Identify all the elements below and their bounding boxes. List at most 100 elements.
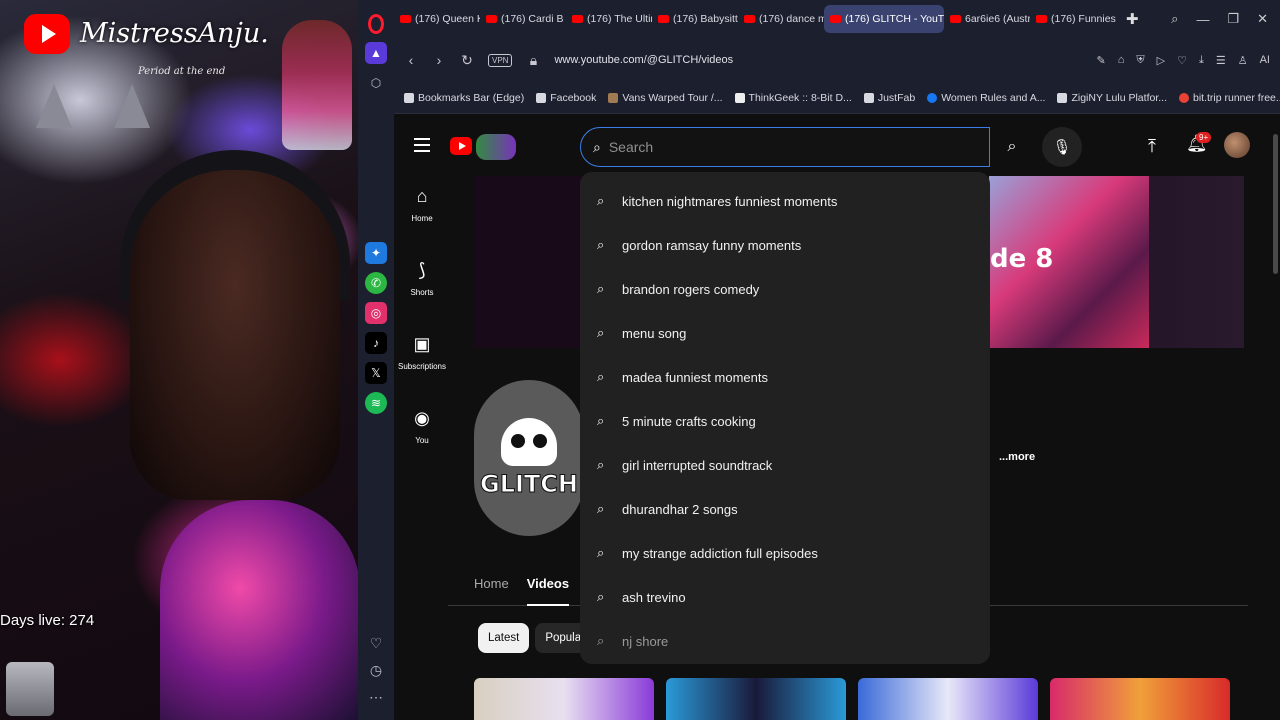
maximize-icon[interactable]: ❐ xyxy=(1227,11,1239,27)
reload-icon[interactable]: ↻ xyxy=(460,52,474,69)
new-tab-icon[interactable]: ✚ xyxy=(1126,10,1139,28)
more-description-link[interactable]: ...more xyxy=(999,451,1035,463)
more-icon[interactable]: ⋯ xyxy=(369,689,383,706)
skull-logo-icon xyxy=(501,418,557,466)
x-twitter-icon[interactable]: 𝕏 xyxy=(365,362,387,384)
search-suggestions-dropdown: ⌕ kitchen nightmares funniest moments ⌕ go… xyxy=(580,172,990,664)
mug-graphic xyxy=(6,662,54,716)
tab-label: (176) Cardi B - xyxy=(501,13,566,25)
bookmark-label: ThinkGeek :: 8-Bit D... xyxy=(748,91,852,104)
guide-item-you[interactable]: ◉ You xyxy=(394,408,450,482)
bookmark-item[interactable]: Facebook xyxy=(536,92,596,104)
bookmark-item[interactable]: Vans Warped Tour /... xyxy=(608,92,723,104)
bookmark-label: ZigiNY Lulu Platfor... xyxy=(1071,91,1167,104)
bookmark-item[interactable]: bit.trip runner free... xyxy=(1179,92,1280,104)
search-suggestion[interactable]: ⌕ brandon rogers comedy xyxy=(580,267,990,311)
video-thumbnail[interactable] xyxy=(858,678,1038,720)
browser-tab[interactable]: (176) The Ultima xyxy=(566,5,652,33)
video-thumbnail[interactable] xyxy=(1050,678,1230,720)
bookmark-label: JustFab xyxy=(877,91,916,104)
suggestion-text: 5 minute crafts cooking xyxy=(622,413,756,429)
youtube-favicon-icon xyxy=(486,15,497,23)
browser-tab[interactable]: (176) Funniest D xyxy=(1030,5,1116,33)
instagram-icon[interactable]: ◎ xyxy=(365,302,387,324)
messenger-icon[interactable]: ✦ xyxy=(365,242,387,264)
youtube-page: ⌕ ⌕ 🎙︎ ⤒ 🔔︎ 9+ ⌂ Home ⟆ Shorts ▣ Subscripti… xyxy=(394,114,1280,720)
snapshot-icon[interactable]: ⌂ xyxy=(1118,54,1125,66)
bookmarks-bar: Bookmarks Bar (Edge) Facebook Vans Warpe… xyxy=(394,82,1280,114)
video-thumbnail[interactable] xyxy=(666,678,846,720)
ai-button[interactable]: AI xyxy=(1260,54,1270,66)
search-icon: ⌕ xyxy=(597,545,605,560)
tab-home[interactable]: Home xyxy=(474,570,509,606)
suggestion-text: kitchen nightmares funniest moments xyxy=(622,193,838,209)
search-suggestion[interactable]: ⌕ girl interrupted soundtrack xyxy=(580,443,990,487)
search-suggestion[interactable]: ⌕ kitchen nightmares funniest moments xyxy=(580,179,990,223)
bookmarks-icon[interactable]: ⬡ xyxy=(365,72,387,94)
upload-icon[interactable]: ⤒ xyxy=(1148,136,1156,157)
heart-outline-icon[interactable]: ♡ xyxy=(1177,54,1187,67)
suggestion-text: madea funniest moments xyxy=(622,369,768,385)
search-button[interactable]: ⌕ xyxy=(990,127,1034,167)
browser-tab[interactable]: 6ar6ie6 (Austral xyxy=(944,5,1030,33)
guide-menu-icon[interactable] xyxy=(414,138,430,152)
chip-latest[interactable]: Latest xyxy=(478,623,530,653)
streamer-tagline: Period at the end xyxy=(138,66,226,77)
close-icon[interactable]: ✕ xyxy=(1257,11,1268,27)
tiktok-icon[interactable]: ♪ xyxy=(365,332,387,354)
search-suggestion[interactable]: ⌕ menu song xyxy=(580,311,990,355)
guide-item-home[interactable]: ⌂ Home xyxy=(394,186,450,260)
menu-lines-icon[interactable]: ☰ xyxy=(1216,54,1226,67)
search-suggestion[interactable]: ⌕ madea funniest moments xyxy=(580,355,990,399)
account-avatar[interactable] xyxy=(1224,132,1250,158)
play-icon[interactable]: ▷ xyxy=(1157,54,1165,67)
url-field[interactable]: www.youtube.com/@GLITCH/videos xyxy=(554,54,733,66)
video-thumbnail[interactable] xyxy=(474,678,654,720)
search-suggestion[interactable]: ⌕ dhurandhar 2 songs xyxy=(580,487,990,531)
search-suggestion[interactable]: ⌕ 5 minute crafts cooking xyxy=(580,399,990,443)
browser-tab[interactable]: (176) Cardi B - xyxy=(480,5,566,33)
site-favicon-icon xyxy=(734,92,745,103)
aria-icon[interactable]: ▲ xyxy=(365,42,387,64)
shield-icon[interactable]: ⛨ xyxy=(1136,54,1144,67)
profile-icon[interactable]: ♙ xyxy=(1238,54,1248,67)
search-suggestion[interactable]: ⌕ nj shore xyxy=(580,619,990,663)
browser-tab-active[interactable]: (176) GLITCH - YouTube xyxy=(824,5,944,33)
page-scrollbar[interactable] xyxy=(1273,134,1278,274)
bookmark-item[interactable]: ZigiNY Lulu Platfor... xyxy=(1057,92,1167,104)
edit-icon[interactable]: ✎ xyxy=(1097,54,1106,67)
minimize-icon[interactable]: — xyxy=(1196,12,1209,27)
search-suggestion[interactable]: ⌕ my strange addiction full episodes xyxy=(580,531,990,575)
forward-icon[interactable]: › xyxy=(432,52,446,68)
channel-avatar[interactable]: GLITCH xyxy=(474,380,584,536)
opera-logo-icon[interactable] xyxy=(368,14,384,34)
search-suggestion[interactable]: ⌕ ash trevino xyxy=(580,575,990,619)
search-input[interactable] xyxy=(608,139,949,155)
tab-bar: (176) Queen Key (176) Cardi B - (176) Th… xyxy=(394,0,1280,38)
browser-tab[interactable]: (176) Queen Key xyxy=(394,5,480,33)
youtube-doodle-icon[interactable] xyxy=(476,134,516,160)
history-icon[interactable]: ◷ xyxy=(370,662,382,679)
youtube-home-logo-icon[interactable] xyxy=(450,137,472,155)
download-icon[interactable]: ⤓ xyxy=(1199,54,1204,67)
spotify-icon[interactable]: ≋ xyxy=(365,392,387,414)
bookmark-item[interactable]: Bookmarks Bar (Edge) xyxy=(404,92,524,104)
search-suggestion[interactable]: ⌕ gordon ramsay funny moments xyxy=(580,223,990,267)
guide-item-shorts[interactable]: ⟆ Shorts xyxy=(394,260,450,334)
tab-videos[interactable]: Videos xyxy=(526,570,570,606)
vpn-badge[interactable]: VPN xyxy=(488,53,513,67)
lock-icon[interactable]: 🔒︎ xyxy=(526,52,540,69)
bookmark-item[interactable]: JustFab xyxy=(863,91,916,104)
back-icon[interactable]: ‹ xyxy=(404,52,418,68)
guide-item-subscriptions[interactable]: ▣ Subscriptions xyxy=(394,334,450,408)
google-icon xyxy=(1179,92,1189,103)
browser-tab[interactable]: (176) dance mo xyxy=(738,5,824,33)
heart-icon[interactable]: ♡ xyxy=(370,635,383,652)
voice-search-mic-icon[interactable]: 🎙︎ xyxy=(1042,127,1082,167)
bookmark-item[interactable]: Women Rules and A... xyxy=(927,92,1045,104)
browser-tab[interactable]: (176) Babysitter xyxy=(652,5,738,33)
opera-sidebar: ▲ ⬡ ✦ ✆ ◎ ♪ 𝕏 ≋ ♡ ◷ ⋯ xyxy=(358,0,394,720)
whatsapp-icon[interactable]: ✆ xyxy=(365,272,387,294)
tab-search-icon[interactable]: ⌕ xyxy=(1171,11,1178,27)
bookmark-item[interactable]: ThinkGeek :: 8-Bit D... xyxy=(734,91,852,104)
